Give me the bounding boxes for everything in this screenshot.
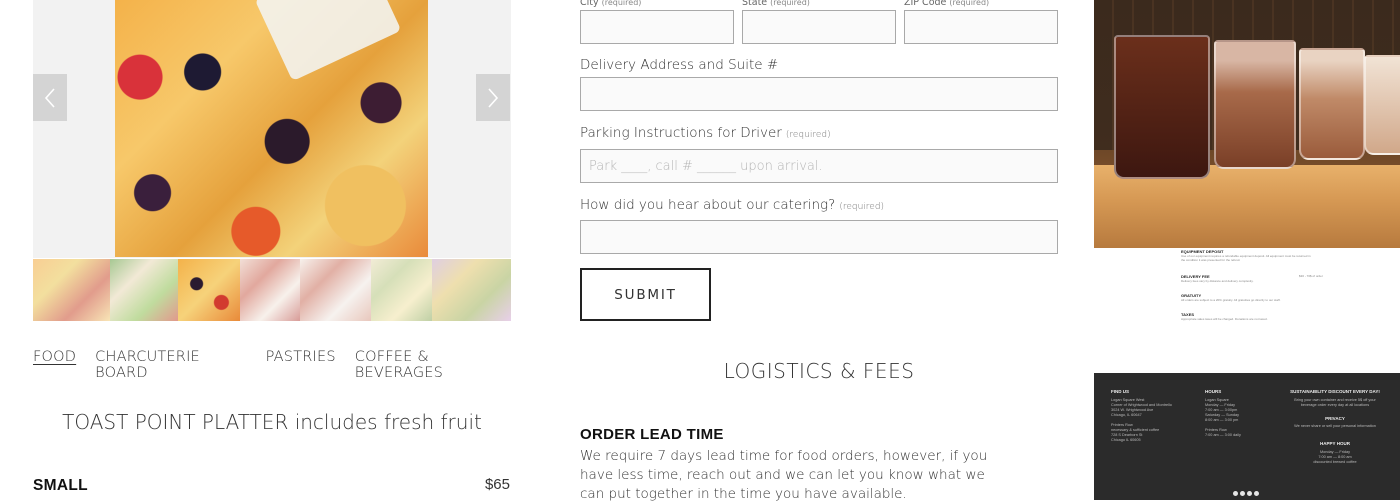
- footer-privacy-body: We never share or sell your personal inf…: [1294, 424, 1376, 428]
- footer-find-us-body: Logan Square West Corner of Wrightwood a…: [1111, 398, 1172, 442]
- category-pastries[interactable]: PASTRIES: [266, 349, 336, 381]
- gallery-prev-button[interactable]: [33, 74, 67, 121]
- footer-happy-hour-title: HAPPY HOUR: [1320, 441, 1350, 446]
- footer-hours-title: HOURS: [1205, 389, 1222, 394]
- mini-section-desc: Use of our equipment requires a refundab…: [1181, 254, 1311, 262]
- footer-privacy-title: PRIVACY: [1325, 416, 1345, 421]
- referral-input[interactable]: [581, 221, 1057, 253]
- social-icon[interactable]: [1247, 491, 1252, 496]
- footer-hours-body: Logan Square Monday — Friday 7:00 am — 3…: [1205, 398, 1241, 437]
- thumb-charcuterie[interactable]: [240, 259, 300, 321]
- footer-find-us-title: FIND US: [1111, 389, 1129, 394]
- chevron-left-icon: [44, 87, 55, 108]
- order-lead-time-title: ORDER LEAD TIME: [580, 426, 724, 443]
- zip-field[interactable]: [904, 10, 1058, 44]
- referral-field[interactable]: [580, 220, 1058, 254]
- category-charcuterie-board[interactable]: CHARCUTERIE BOARD: [95, 349, 247, 381]
- size-label: SMALL: [33, 477, 88, 494]
- city-field-label: City (required): [580, 0, 642, 8]
- category-coffee-beverages[interactable]: COFFEE & BEVERAGES: [355, 349, 511, 381]
- referral-field-label: How did you hear about our catering? (req…: [580, 197, 885, 213]
- product-gallery: [33, 0, 511, 258]
- social-icon[interactable]: [1233, 491, 1238, 496]
- mini-section-fee: $30 - 70$ of order: [1299, 274, 1323, 278]
- thumb-fruit-platter[interactable]: [178, 259, 240, 321]
- thumb-green-salad[interactable]: [110, 259, 178, 321]
- social-icon[interactable]: [1240, 491, 1245, 496]
- submit-button[interactable]: SUBMIT: [580, 268, 711, 321]
- social-icon[interactable]: [1254, 491, 1259, 496]
- address-field[interactable]: [580, 77, 1058, 111]
- city-input[interactable]: [581, 11, 733, 43]
- footer-happy-hour-body: Monday — Friday 7:00 am — 8:00 am discou…: [1313, 450, 1357, 464]
- state-field[interactable]: [742, 10, 896, 44]
- thumb-grain-salad[interactable]: [432, 259, 511, 321]
- fees-document-preview: EQUIPMENT DEPOSIT Use of our equipment re…: [1094, 248, 1400, 373]
- gallery-thumbnails: [33, 259, 511, 321]
- footer-discount-title: SUSTAINABILITY DISCOUNT EVERY DAY!: [1290, 389, 1380, 394]
- category-nav: FOOD CHARCUTERIE BOARD PASTRIES COFFEE &…: [33, 349, 511, 381]
- mini-section-desc: Appropriate sales taxes will be charged.…: [1181, 317, 1268, 321]
- parking-field[interactable]: [580, 149, 1058, 183]
- site-footer-preview: FIND US Logan Square West Corner of Wrig…: [1094, 373, 1400, 500]
- size-price: $65: [484, 476, 510, 493]
- chevron-right-icon: [488, 87, 499, 108]
- thumb-quiche[interactable]: [371, 259, 432, 321]
- category-food[interactable]: FOOD: [33, 349, 76, 381]
- mini-section-desc: Delivery fees vary by distance and deliv…: [1181, 279, 1254, 283]
- parking-field-label: Parking Instructions for Driver (required…: [580, 125, 831, 141]
- address-input[interactable]: [581, 78, 1057, 110]
- social-icons: [1233, 491, 1259, 496]
- logistics-title: LOGISTICS & FEES: [723, 359, 915, 383]
- zip-input[interactable]: [905, 11, 1057, 43]
- mini-section-desc: All orders are subject to a 20% gratuity…: [1181, 298, 1281, 302]
- fruit-platter-photo: [115, 0, 428, 257]
- thumb-sandwiches[interactable]: [300, 259, 371, 321]
- state-field-label: State (required): [742, 0, 810, 8]
- thumb-fruit-salad[interactable]: [33, 259, 110, 321]
- state-input[interactable]: [743, 11, 895, 43]
- iced-coffee-photo: [1094, 0, 1400, 248]
- parking-input[interactable]: [581, 150, 1057, 182]
- product-title: TOAST POINT PLATTER includes fresh fruit: [62, 410, 482, 434]
- zip-field-label: ZIP Code (required): [904, 0, 990, 8]
- footer-discount-body: Bring your own container and receive 5$ …: [1294, 398, 1376, 407]
- order-lead-time-body: We require 7 days lead time for food ord…: [580, 448, 988, 502]
- city-field[interactable]: [580, 10, 734, 44]
- gallery-next-button[interactable]: [476, 74, 510, 121]
- address-field-label: Delivery Address and Suite #: [580, 57, 779, 73]
